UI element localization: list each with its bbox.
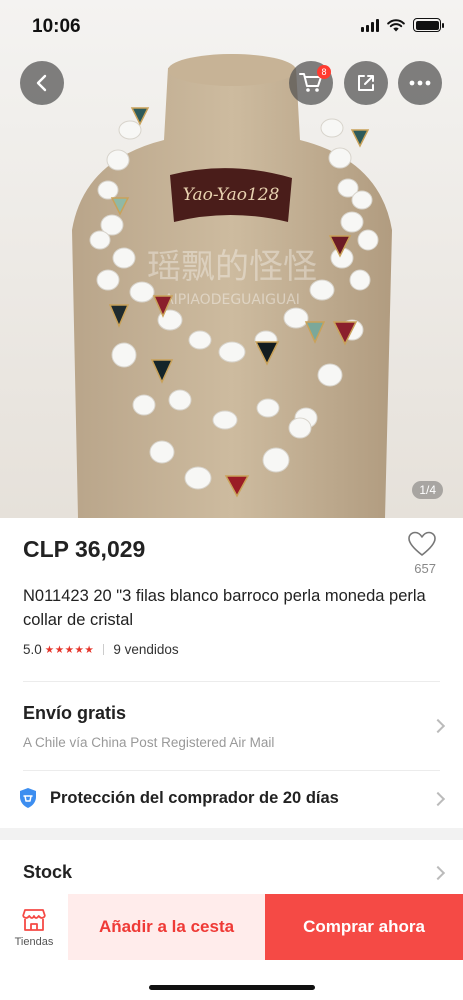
share-icon bbox=[358, 75, 374, 91]
rating-value: 5.0 bbox=[23, 642, 42, 657]
signal-icon bbox=[361, 18, 379, 32]
image-counter: 1/4 bbox=[412, 481, 443, 499]
battery-icon bbox=[413, 18, 444, 32]
cart-badge: 8 bbox=[317, 65, 331, 79]
buy-now-button[interactable]: Comprar ahora bbox=[265, 894, 463, 960]
brand-tag: Yao-Yao128 bbox=[170, 168, 292, 222]
divider bbox=[23, 770, 440, 771]
store-icon bbox=[22, 908, 46, 931]
product-image-gallery[interactable]: Yao-Yao128 瑶飘的怪怪 AIPIAODEGUAIGUAI 10:06 … bbox=[0, 0, 463, 518]
store-button[interactable]: Tiendas bbox=[0, 894, 68, 960]
shield-icon bbox=[20, 788, 36, 808]
wishlist-count: 657 bbox=[414, 561, 436, 576]
wishlist-button[interactable] bbox=[407, 530, 437, 563]
bottom-action-bar: Tiendas Añadir a la cesta Comprar ahora bbox=[0, 894, 463, 960]
more-dots-icon bbox=[409, 80, 431, 86]
shipping-subtitle: A Chile vía China Post Registered Air Ma… bbox=[23, 735, 275, 750]
chevron-left-icon bbox=[36, 74, 47, 92]
store-label: Tiendas bbox=[14, 935, 54, 948]
rating-row[interactable]: 5.0 ★★★★★ 9 vendidos bbox=[23, 642, 179, 657]
star-rating-icon: ★★★★★ bbox=[44, 643, 95, 656]
sold-count: 9 vendidos bbox=[113, 642, 179, 657]
section-separator bbox=[0, 828, 463, 840]
watermark-cn: 瑶飘的怪怪 bbox=[147, 247, 317, 287]
home-indicator bbox=[149, 985, 315, 990]
share-button[interactable] bbox=[344, 61, 388, 105]
back-button[interactable] bbox=[20, 61, 64, 105]
chevron-right-icon bbox=[430, 865, 446, 881]
watermark-latin: AIPIAODEGUAIGUAI bbox=[164, 292, 300, 308]
add-to-cart-button[interactable]: Añadir a la cesta bbox=[68, 894, 265, 960]
divider bbox=[23, 681, 440, 682]
status-time: 10:06 bbox=[32, 16, 81, 37]
product-price: CLP 36,029 bbox=[23, 536, 146, 562]
chevron-right-icon bbox=[430, 791, 446, 807]
status-bar: 10:06 bbox=[0, 0, 463, 52]
wifi-icon bbox=[387, 18, 405, 31]
more-options-button[interactable] bbox=[398, 61, 442, 105]
cart-button[interactable]: 8 bbox=[289, 61, 333, 105]
product-photo: Yao-Yao128 瑶飘的怪怪 AIPIAODEGUAIGUAI bbox=[0, 0, 463, 518]
stock-label: Stock bbox=[23, 862, 73, 882]
svg-text:Yao-Yao128: Yao-Yao128 bbox=[183, 185, 280, 205]
shipping-title: Envío gratis bbox=[23, 703, 127, 723]
heart-icon bbox=[408, 531, 436, 556]
buyer-protection-label: Protección del comprador de 20 días bbox=[50, 788, 339, 807]
product-title: N011423 20 "3 filas blanco barroco perla… bbox=[23, 587, 426, 629]
chevron-right-icon bbox=[430, 718, 446, 734]
divider bbox=[103, 644, 105, 655]
